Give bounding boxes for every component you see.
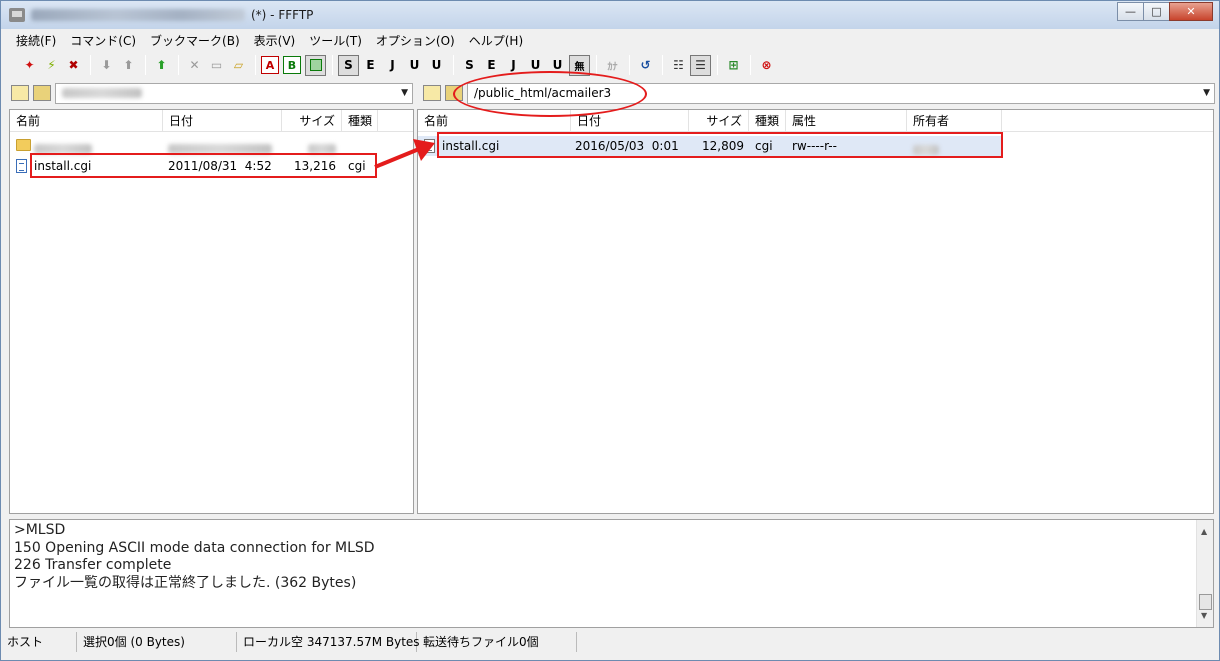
menu-connect[interactable]: 接続(F) [9,32,63,49]
scroll-up-icon[interactable]: ▲ [1201,523,1207,541]
title-bar[interactable]: (*) - FFFTP — □ ✕ [1,1,1219,29]
delete-icon[interactable]: ✕ [184,55,205,76]
upload-icon[interactable]: ⬆ [118,55,139,76]
kanji-sjis-icon[interactable]: S [338,54,359,76]
toolbar-separator [178,55,179,75]
toolbar-separator [255,55,256,75]
remote-col-type[interactable]: 種類 [749,110,786,132]
kanji-jis-icon[interactable]: J [382,55,403,76]
menu-bar: 接続(F) コマンド(C) ブックマーク(B) 表示(V) ツール(T) オプシ… [1,30,1219,51]
menu-view[interactable]: 表示(V) [247,32,303,49]
maximize-button[interactable]: □ [1143,2,1170,21]
toolbar: ✦ ⚡ ✖ ⬇ ⬆ ⬆ ✕ ▭ ▱ A B S E J U U S E J U … [1,52,1219,78]
ffftp-app-icon [9,8,25,22]
local-path-field[interactable]: ▼ [55,82,413,104]
mirror-upload-icon[interactable]: ⬆ [151,55,172,76]
minimize-button[interactable]: — [1117,2,1144,21]
menu-command[interactable]: コマンド(C) [63,32,143,49]
refresh-icon[interactable]: ↺ [635,55,656,76]
remote-file-highlight [437,132,1003,158]
local-parent-folder-icon[interactable] [11,85,29,101]
file-icon [16,159,27,173]
status-selection: 選択0個 (0 Bytes) [77,632,237,652]
menu-help[interactable]: ヘルプ(H) [462,32,530,49]
toolbar-separator [662,55,663,75]
status-local-free: ローカル空 347137.57M Bytes [237,632,420,652]
toolbar-separator [90,55,91,75]
local-col-name[interactable]: 名前 [10,110,163,132]
mode-ascii-icon[interactable]: A [261,56,279,74]
disconnect-icon[interactable]: ✖ [63,55,84,76]
kanji-utf8n-icon[interactable]: U [404,55,425,76]
toolbar-separator [332,55,333,75]
toolbar-separator [145,55,146,75]
remote-col-attr[interactable]: 属性 [786,110,907,132]
log-line: 150 Opening ASCII mode data connection f… [14,539,375,556]
rename-icon[interactable]: ▭ [206,55,227,76]
kanji-euc-icon[interactable]: E [360,55,381,76]
remote-file-list[interactable]: 名前 日付 サイズ 種類 属性 所有者 install.cgi 2016/05/… [417,109,1214,514]
stop-icon[interactable]: ⊗ [756,55,777,76]
copy-arrow [374,139,435,169]
mkdir-icon[interactable]: ▱ [228,55,249,76]
list-item[interactable] [10,135,413,155]
local-col-type[interactable]: 種類 [342,110,378,132]
log-scrollbar[interactable]: ▲ ▼ [1196,520,1213,627]
kanji-euc-host-icon[interactable]: E [481,55,502,76]
local-path-bar: ▼ [11,81,413,105]
download-icon[interactable]: ⬇ [96,55,117,76]
quick-connect-icon[interactable]: ⚡ [41,55,62,76]
path-callout-ellipse [453,71,647,117]
mode-auto-icon[interactable] [305,54,326,76]
local-col-date[interactable]: 日付 [163,110,282,132]
menu-bookmark[interactable]: ブックマーク(B) [143,32,247,49]
menu-tools[interactable]: ツール(T) [302,32,369,49]
mode-binary-icon[interactable]: B [283,56,301,74]
sync-dir-icon[interactable]: ⊞ [723,55,744,76]
ffftp-window: (*) - FFFTP — □ ✕ 接続(F) コマンド(C) ブックマーク(B… [0,0,1220,661]
kanji-sjis-host-icon[interactable]: S [459,55,480,76]
title-host-blurred [31,9,245,21]
log-line: 226 Transfer complete [14,557,172,573]
toolbar-separator [717,55,718,75]
local-col-size[interactable]: サイズ [282,110,342,132]
remote-parent-folder-icon[interactable] [423,85,441,101]
log-panel[interactable]: >MLSD 150 Opening ASCII mode data connec… [9,519,1214,628]
kanji-utf8bom-icon[interactable]: U [426,55,447,76]
chevron-down-icon[interactable]: ▼ [1203,88,1210,98]
list-view-icon[interactable]: ☷ [668,55,689,76]
remote-col-size[interactable]: サイズ [689,110,749,132]
status-bar: ホスト 選択0個 (0 Bytes) ローカル空 347137.57M Byte… [1,631,1219,653]
toolbar-separator [629,55,630,75]
local-file-highlight [30,153,377,178]
toolbar-separator [596,55,597,75]
log-line: ファイル一覧の取得は正常終了しました. (362 Bytes) [14,574,357,591]
status-queue: 転送待ちファイル0個 [417,632,577,652]
log-line: >MLSD [14,522,66,538]
remote-col-owner[interactable]: 所有者 [907,110,1002,132]
toolbar-separator [453,55,454,75]
close-button[interactable]: ✕ [1169,2,1213,21]
kana-convert-icon[interactable]: ｶﾅ [602,55,623,76]
local-path-blurred [62,88,142,98]
window-controls: — □ ✕ [1117,2,1213,21]
window-title: (*) - FFFTP [251,8,314,22]
connect-icon[interactable]: ✦ [19,55,40,76]
toolbar-separator [750,55,751,75]
scroll-down-icon[interactable]: ▼ [1201,607,1207,625]
chevron-down-icon[interactable]: ▼ [401,88,408,98]
menu-options[interactable]: オプション(O) [369,32,462,49]
detail-view-icon[interactable]: ☰ [690,54,711,76]
status-host: ホスト [1,632,77,652]
folder-icon [16,139,31,151]
local-list-header: 名前 日付 サイズ 種類 [10,110,413,132]
local-open-folder-icon[interactable] [33,85,51,101]
